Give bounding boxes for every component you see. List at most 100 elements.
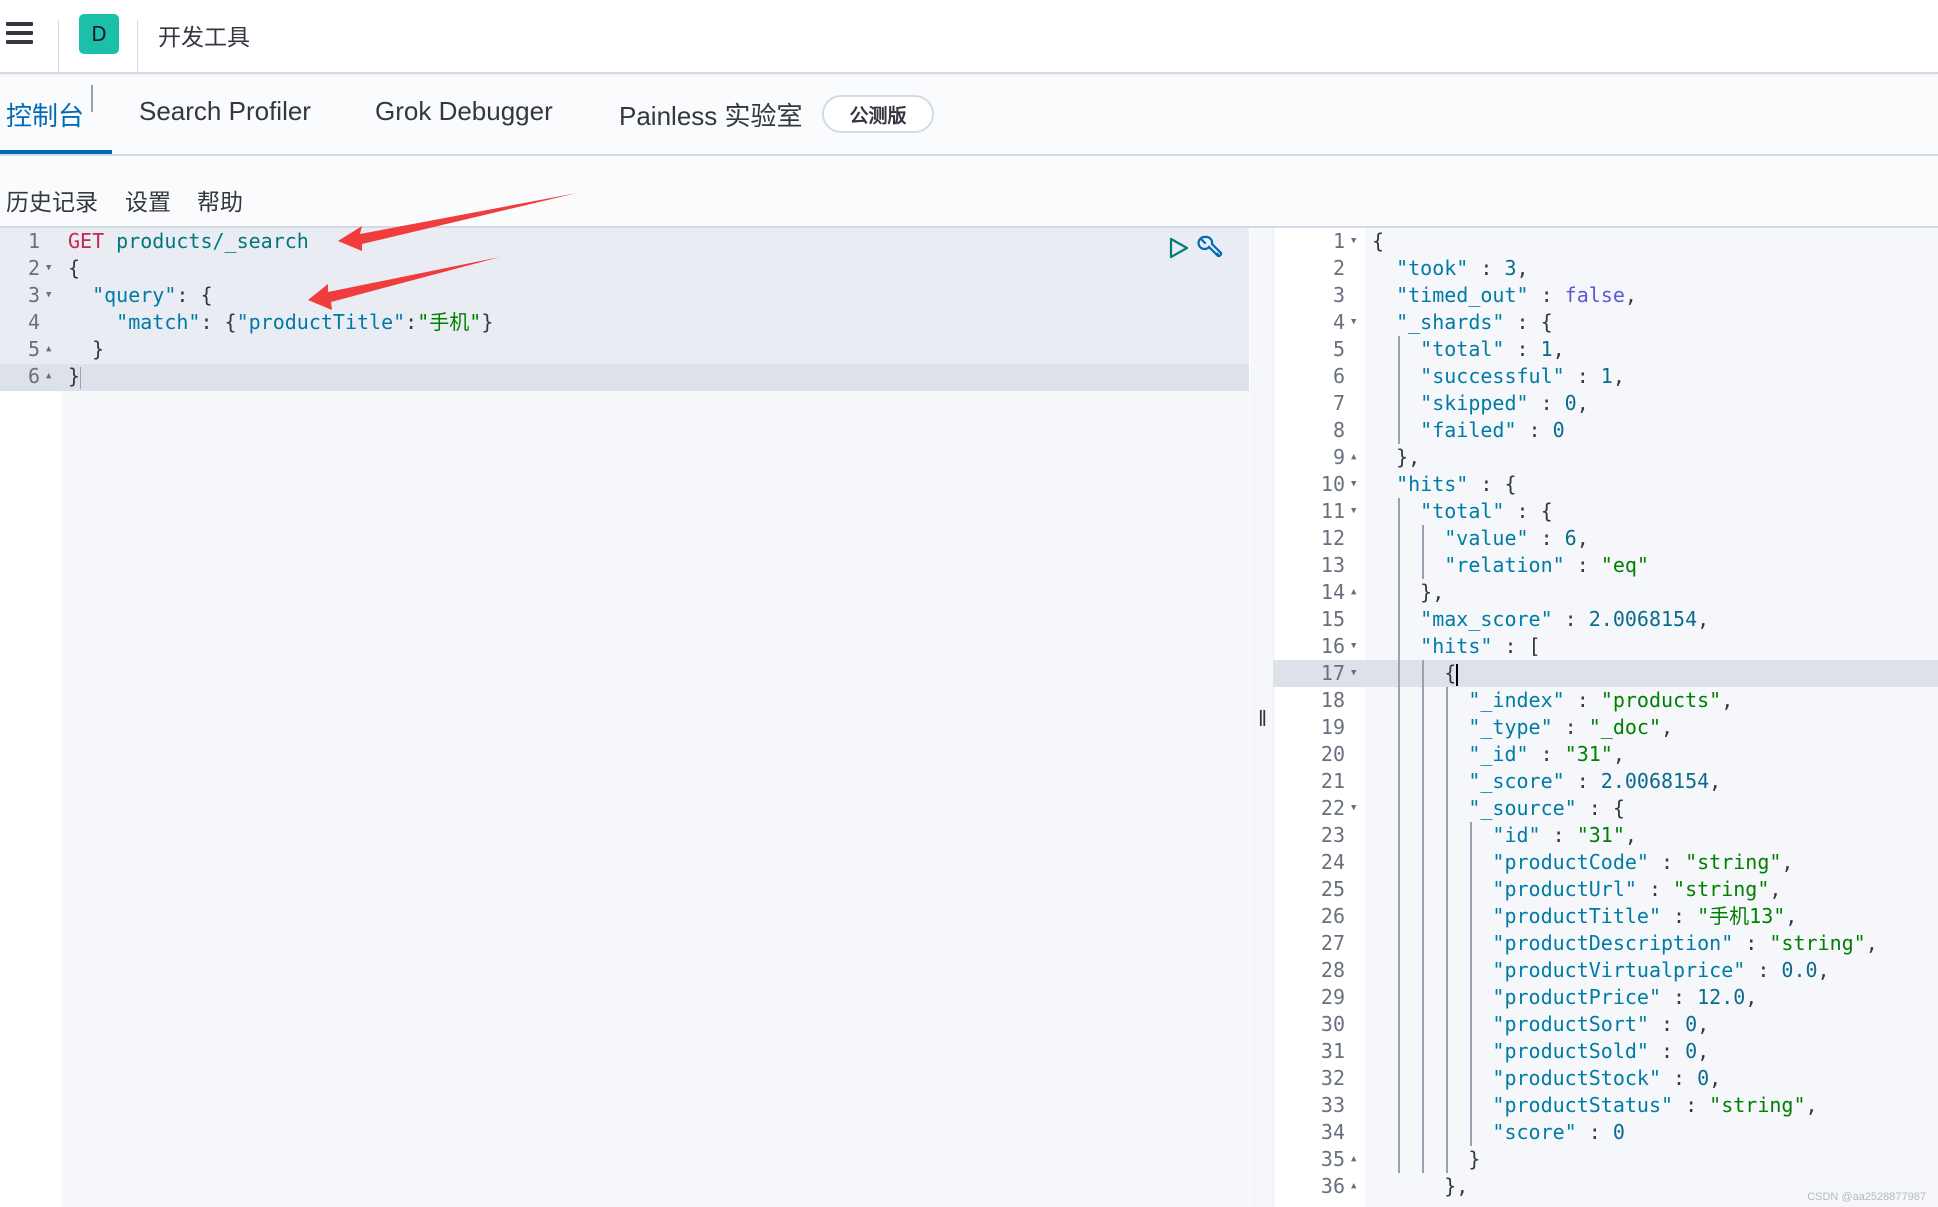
fold-expand-icon[interactable]: ▲	[46, 363, 51, 390]
fold-expand-icon[interactable]: ▲	[1351, 1173, 1356, 1200]
watermark: CSDN @aa2528877987	[1807, 1191, 1926, 1203]
settings-link[interactable]: 设置	[125, 183, 171, 217]
fold-collapse-icon[interactable]: ▼	[1351, 660, 1356, 687]
app-title: 开发工具	[158, 25, 250, 51]
line-number: 7	[1332, 391, 1345, 415]
code-line: "hits" : {	[1372, 471, 1516, 498]
code-token: 6	[1564, 526, 1577, 550]
fold-collapse-icon[interactable]: ▼	[46, 282, 51, 309]
help-link[interactable]: 帮助	[197, 183, 243, 217]
code-token: ,	[1781, 850, 1794, 874]
code-line: "_score" : 2.0068154,	[1372, 768, 1721, 795]
fold-expand-icon[interactable]: ▲	[1351, 579, 1356, 606]
code-line: "total" : 1,	[1372, 336, 1565, 363]
space-avatar[interactable]: D	[79, 14, 119, 54]
code-token: ,	[1709, 1066, 1722, 1090]
code-line: "relation" : "eq"	[1372, 552, 1649, 579]
line-number: 13	[1320, 553, 1345, 577]
line-number: 30	[1320, 1012, 1345, 1036]
code-line: "_index" : "products",	[1372, 687, 1733, 714]
fold-collapse-icon[interactable]: ▼	[1351, 498, 1356, 525]
code-token: :	[1636, 877, 1674, 901]
code-token: },	[1372, 580, 1445, 604]
code-token: "hits"	[1396, 472, 1469, 496]
hamburger-menu-icon[interactable]	[6, 22, 33, 44]
code-token: "productPrice"	[1492, 985, 1661, 1009]
code-line: }	[68, 336, 104, 363]
code-token: ,	[1721, 688, 1734, 712]
code-line: "productUrl" : "string",	[1372, 876, 1781, 903]
line-number: 32	[1320, 1066, 1345, 1090]
code-token: }	[481, 310, 494, 334]
tab-painless-lab[interactable]: Painless 实验室	[619, 96, 803, 133]
wrench-icon[interactable]	[1196, 234, 1224, 262]
code-token: 2.0068154	[1600, 769, 1710, 793]
code-token: },	[1372, 445, 1421, 469]
tab-search-profiler[interactable]: Search Profiler	[139, 96, 311, 127]
code-token: ,	[1805, 1093, 1818, 1117]
code-token: : [	[1492, 634, 1541, 658]
code-token: :	[1528, 391, 1565, 415]
play-icon[interactable]	[1168, 236, 1190, 260]
code-token: :	[1648, 850, 1686, 874]
text-cursor	[80, 366, 82, 389]
fold-collapse-icon[interactable]: ▼	[1351, 228, 1356, 255]
fold-expand-icon[interactable]: ▲	[1351, 444, 1356, 471]
line-number: 35	[1320, 1147, 1345, 1171]
fold-collapse-icon[interactable]: ▼	[1351, 795, 1356, 822]
fold-expand-icon[interactable]: ▲	[46, 336, 51, 363]
fold-collapse-icon[interactable]: ▼	[1351, 633, 1356, 660]
code-line: "score" : 0	[1372, 1119, 1625, 1146]
code-token: 0	[1552, 418, 1565, 442]
fold-collapse-icon[interactable]: ▼	[1351, 471, 1356, 498]
code-token: :	[1552, 715, 1589, 739]
code-token: "total"	[1420, 337, 1505, 361]
code-token: :	[1540, 823, 1577, 847]
code-token: "_source"	[1468, 796, 1577, 820]
tab-grok-debugger[interactable]: Grok Debugger	[375, 96, 553, 127]
code-token: "hits"	[1420, 634, 1493, 658]
code-token: ,	[1785, 904, 1798, 928]
fold-collapse-icon[interactable]: ▼	[1351, 309, 1356, 336]
code-token: "31"	[1564, 742, 1613, 766]
active-tab-indicator	[0, 150, 112, 154]
code-line: },	[1372, 444, 1420, 471]
code-token: }	[68, 337, 105, 361]
request-editor[interactable]: 1 GET products/_search 2 ▼{3 ▼ "query": {4 "…	[0, 85, 1249, 1207]
fold-expand-icon[interactable]: ▲	[1351, 1146, 1356, 1173]
code-token: 0	[1612, 1120, 1625, 1144]
code-token: :	[405, 310, 418, 334]
drag-handle-icon[interactable]: ‖	[1258, 706, 1267, 732]
code-token: ,	[1516, 256, 1529, 280]
code-line: "_source" : {	[1372, 795, 1625, 822]
code-line: "successful" : 1,	[1372, 363, 1625, 390]
code-token: "match"	[116, 310, 201, 334]
divider	[137, 20, 138, 72]
console-menu: 历史记录 设置 帮助	[0, 156, 1938, 226]
line-number: 36	[1320, 1174, 1345, 1198]
tab-console[interactable]: 控制台	[6, 96, 84, 133]
top-bar: D 开发工具	[0, 0, 1938, 74]
history-link[interactable]: 历史记录	[6, 183, 98, 217]
pane-splitter[interactable]: ‖	[1249, 228, 1274, 1207]
response-editor[interactable]: 1 ▼{2 "took" : 3, 3 "timed_out" : false, 4 ▼…	[1273, 228, 1938, 1207]
line-number: 14	[1320, 580, 1345, 604]
code-line: },	[1372, 1173, 1468, 1200]
line-number: 4	[27, 310, 40, 334]
code-token: "手机13"	[1697, 904, 1786, 928]
fold-collapse-icon[interactable]: ▼	[46, 255, 51, 282]
divider	[58, 20, 59, 72]
code-token: "string"	[1709, 1093, 1806, 1117]
